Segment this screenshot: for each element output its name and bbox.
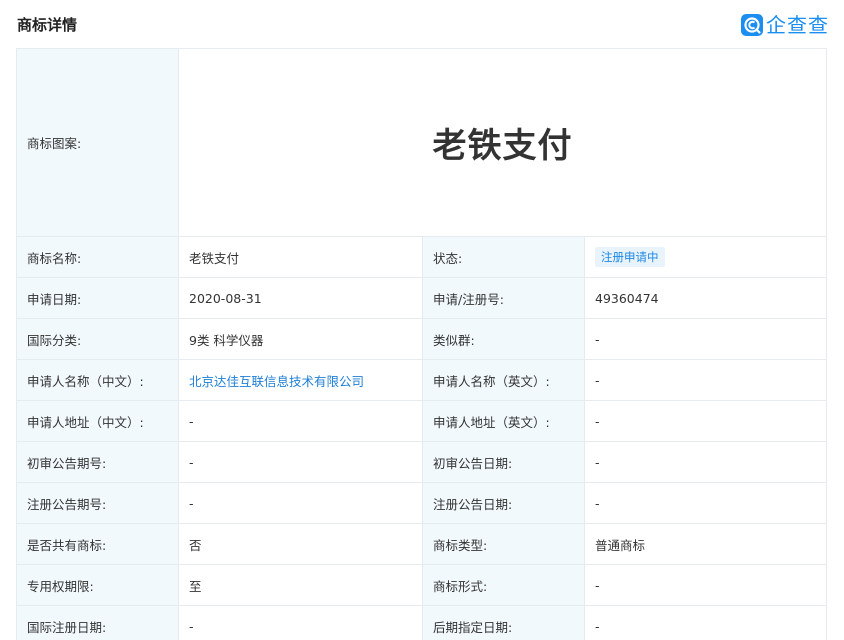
field-label: 状态: <box>422 236 585 278</box>
field-label: 商标名称: <box>16 236 179 278</box>
brand-name: 企查查 <box>766 13 829 37</box>
field-label: 注册公告期号: <box>16 482 179 524</box>
applicant-link[interactable]: 北京达佳互联信息技术有限公司 <box>189 374 364 389</box>
table-row: 申请人名称（中文）: 北京达佳互联信息技术有限公司 申请人名称（英文）: - <box>16 359 828 401</box>
field-label: 专用权期限: <box>16 564 179 606</box>
field-value: - <box>583 318 828 360</box>
field-value: - <box>178 605 423 640</box>
trademark-image-text: 老铁支付 <box>432 126 573 166</box>
trademark-detail-page: 商标详情 企查查 商标图案: 老铁支付 商标名称: 老铁支付 状态: 注册申请中… <box>0 0 844 640</box>
table-row: 初审公告期号: - 初审公告日期: - <box>16 441 828 483</box>
field-value: - <box>178 441 423 483</box>
table-row: 申请人地址（中文）: - 申请人地址（英文）: - <box>16 400 828 442</box>
field-value: 2020-08-31 <box>178 277 423 319</box>
field-label: 初审公告期号: <box>16 441 179 483</box>
table-row: 专用权期限: 至 商标形式: - <box>16 564 828 606</box>
table-row: 注册公告期号: - 注册公告日期: - <box>16 482 828 524</box>
field-value: - <box>178 400 423 442</box>
field-value: 49360474 <box>583 277 828 319</box>
page-title: 商标详情 <box>17 16 78 34</box>
table-row-pattern: 商标图案: 老铁支付 <box>16 48 828 237</box>
field-label: 注册公告日期: <box>422 482 585 524</box>
field-label: 申请人名称（中文）: <box>16 359 179 401</box>
status-badge: 注册申请中 <box>595 247 665 267</box>
field-value: 注册申请中 <box>583 236 828 278</box>
field-label: 国际分类: <box>16 318 179 360</box>
field-value: 北京达佳互联信息技术有限公司 <box>178 359 423 401</box>
field-label: 是否共有商标: <box>16 523 179 565</box>
field-value: 普通商标 <box>583 523 828 565</box>
field-value: 至 <box>178 564 423 606</box>
pattern-label: 商标图案: <box>16 48 179 237</box>
field-value: - <box>583 441 828 483</box>
field-value: 老铁支付 <box>178 236 423 278</box>
field-value: - <box>583 482 828 524</box>
field-value: 9类 科学仪器 <box>178 318 423 360</box>
field-label: 商标类型: <box>422 523 585 565</box>
field-label: 类似群: <box>422 318 585 360</box>
trademark-image: 老铁支付 <box>177 48 828 237</box>
field-value: - <box>583 564 828 606</box>
field-label: 国际注册日期: <box>16 605 179 640</box>
qichacha-logo-icon <box>741 14 763 36</box>
field-value: - <box>583 400 828 442</box>
table-row: 国际注册日期: - 后期指定日期: - <box>16 605 828 640</box>
field-label: 申请人名称（英文）: <box>422 359 585 401</box>
brand[interactable]: 企查查 <box>741 13 829 37</box>
field-value: 否 <box>178 523 423 565</box>
field-label: 申请日期: <box>16 277 179 319</box>
field-label: 后期指定日期: <box>422 605 585 640</box>
table-row: 是否共有商标: 否 商标类型: 普通商标 <box>16 523 828 565</box>
field-value: - <box>583 359 828 401</box>
field-value: - <box>178 482 423 524</box>
field-label: 初审公告日期: <box>422 441 585 483</box>
field-label: 申请/注册号: <box>422 277 585 319</box>
field-value: - <box>583 605 828 640</box>
field-label: 商标形式: <box>422 564 585 606</box>
header: 商标详情 企查查 <box>0 0 844 48</box>
field-label: 申请人地址（英文）: <box>422 400 585 442</box>
table-row: 商标名称: 老铁支付 状态: 注册申请中 <box>16 236 828 278</box>
table-row: 申请日期: 2020-08-31 申请/注册号: 49360474 <box>16 277 828 319</box>
trademark-detail-table: 商标图案: 老铁支付 商标名称: 老铁支付 状态: 注册申请中 申请日期: 20… <box>16 48 828 640</box>
table-row: 国际分类: 9类 科学仪器 类似群: - <box>16 318 828 360</box>
field-label: 申请人地址（中文）: <box>16 400 179 442</box>
